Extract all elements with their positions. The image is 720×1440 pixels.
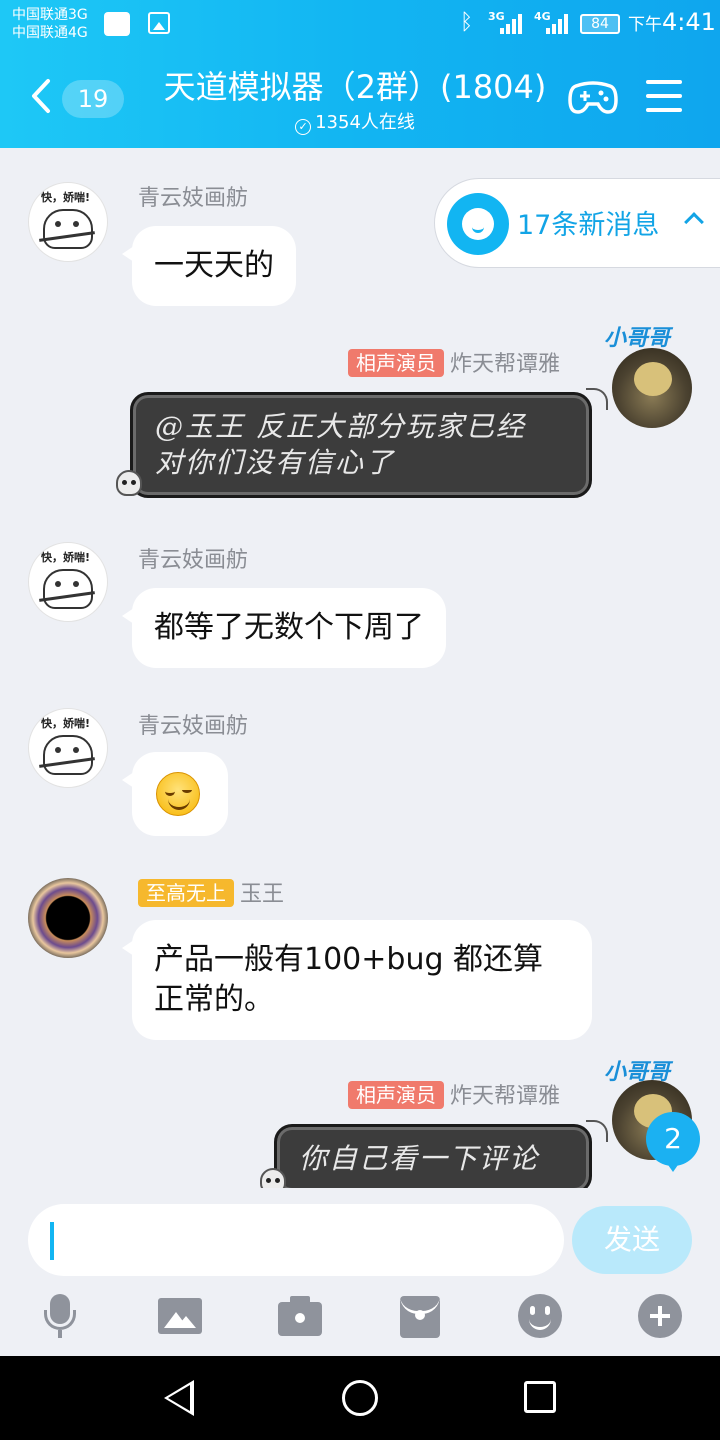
member-title-badge: 相声演员: [348, 1081, 444, 1109]
carrier-info: 中国联通3G 中国联通4G: [12, 6, 88, 42]
avatar[interactable]: [28, 878, 108, 958]
battery-icon: 84: [580, 14, 620, 34]
sender-name: 炸天帮谭雅: [450, 1084, 561, 1109]
status-bar: 中国联通3G 中国联通4G ᛒ 3G 4G 84 下午4:41: [0, 0, 720, 48]
sender-name: 青云妓画舫: [138, 186, 249, 211]
text-caret: [50, 1222, 54, 1260]
message-bubble[interactable]: 你自己看一下评论: [274, 1124, 592, 1188]
message-bubble[interactable]: 产品一般有100+bug 都还算 正常的。: [122, 920, 592, 1040]
message-line: @玉王 反正大部分玩家已经: [155, 410, 526, 443]
unread-count-badge[interactable]: 19: [62, 80, 124, 118]
message-line: 对你们没有信心了: [155, 446, 396, 479]
meme-face-icon: [43, 209, 93, 249]
home-icon[interactable]: [342, 1380, 378, 1416]
sender-name: 炸天帮谭雅: [450, 352, 561, 377]
message-line: 正常的。: [154, 982, 274, 1017]
check-icon: ✓: [295, 119, 312, 135]
avatar-tag: 小哥哥: [604, 326, 671, 351]
sender-name-row: 相声演员 炸天帮谭雅: [348, 346, 560, 378]
page-title: 天道模拟器（2群）(1804): [163, 68, 547, 106]
meme-face-icon: [43, 569, 93, 609]
member-title-badge: 相声演员: [348, 349, 444, 377]
gallery-notification-icon: [148, 12, 170, 34]
avatar[interactable]: [612, 348, 692, 428]
skull-icon: [116, 470, 142, 496]
avatar[interactable]: 快，娇喘!: [28, 708, 108, 788]
carrier-1: 中国联通3G: [12, 7, 88, 23]
recent-apps-icon[interactable]: [524, 1381, 556, 1413]
message-bubble[interactable]: 一天天的: [122, 226, 296, 306]
online-count[interactable]: ✓ 1354人在线: [150, 108, 560, 135]
plus-icon[interactable]: [638, 1294, 682, 1338]
sender-name: 玉王: [240, 882, 285, 907]
meme-face-icon: [43, 735, 93, 775]
emoji-icon[interactable]: [518, 1294, 562, 1338]
clock-prefix: 下午: [628, 15, 662, 35]
avatar-caption: 快，娇喘!: [41, 717, 91, 730]
message-bubble[interactable]: @玉王 反正大部分玩家已经 对你们没有信心了: [130, 392, 592, 498]
sender-name: 青云妓画舫: [138, 714, 249, 739]
chevron-up-icon: [684, 212, 704, 232]
message-input[interactable]: [28, 1204, 564, 1276]
avatar-caption: 快，娇喘!: [41, 191, 91, 204]
notification-app-icon: [104, 12, 130, 36]
chat-header: 中国联通3G 中国联通4G ᛒ 3G 4G 84 下午4:41 19 天道模拟器…: [0, 0, 720, 148]
signal-icon: [500, 12, 522, 34]
gamepad-icon[interactable]: [568, 78, 618, 116]
signal-icon: [546, 12, 568, 34]
smirk-emoji-icon: [156, 772, 200, 816]
new-messages-label: 17条新消息: [517, 210, 660, 241]
web-icon: [586, 1120, 608, 1142]
sender-name: 青云妓画舫: [138, 548, 249, 573]
red-packet-icon[interactable]: [398, 1294, 442, 1338]
mic-icon[interactable]: [38, 1294, 82, 1338]
system-nav-bar: [0, 1356, 720, 1440]
new-messages-button[interactable]: 17条新消息: [434, 178, 720, 268]
avatar-caption: 快，娇喘!: [41, 551, 91, 564]
chat-bubble-icon: [447, 193, 509, 255]
message-list[interactable]: 快，娇喘! 青云妓画舫 一天天的 17条新消息 小哥哥 相声演员 炸天帮谭雅 @玉…: [0, 148, 720, 1188]
new-message-count-badge[interactable]: 2: [646, 1112, 700, 1172]
clock: 下午4:41: [628, 8, 716, 36]
web-icon: [586, 388, 608, 410]
camera-icon[interactable]: [278, 1294, 322, 1338]
message-bubble[interactable]: 都等了无数个下周了: [122, 588, 446, 668]
sender-name-row: 至高无上 玉王: [138, 876, 284, 908]
back-icon[interactable]: [30, 78, 52, 114]
avatar[interactable]: 快，娇喘!: [28, 542, 108, 622]
send-button[interactable]: 发送: [572, 1206, 692, 1274]
clock-time: 4:41: [662, 8, 716, 36]
image-icon[interactable]: [158, 1294, 202, 1338]
online-count-text: 1354人在线: [315, 112, 415, 133]
sender-name-row: 相声演员 炸天帮谭雅: [348, 1078, 560, 1110]
avatar[interactable]: 快，娇喘!: [28, 182, 108, 262]
message-line: 产品一般有100+bug 都还算: [154, 942, 544, 977]
bluetooth-icon: ᛒ: [460, 10, 474, 35]
menu-icon[interactable]: [646, 80, 682, 112]
member-title-badge: 至高无上: [138, 879, 234, 907]
skull-icon: [260, 1168, 286, 1188]
carrier-2: 中国联通4G: [12, 25, 88, 41]
message-bubble[interactable]: [122, 752, 228, 836]
input-bar: 发送: [0, 1188, 720, 1356]
back-icon[interactable]: [164, 1380, 194, 1416]
input-toolbar: [0, 1288, 720, 1348]
